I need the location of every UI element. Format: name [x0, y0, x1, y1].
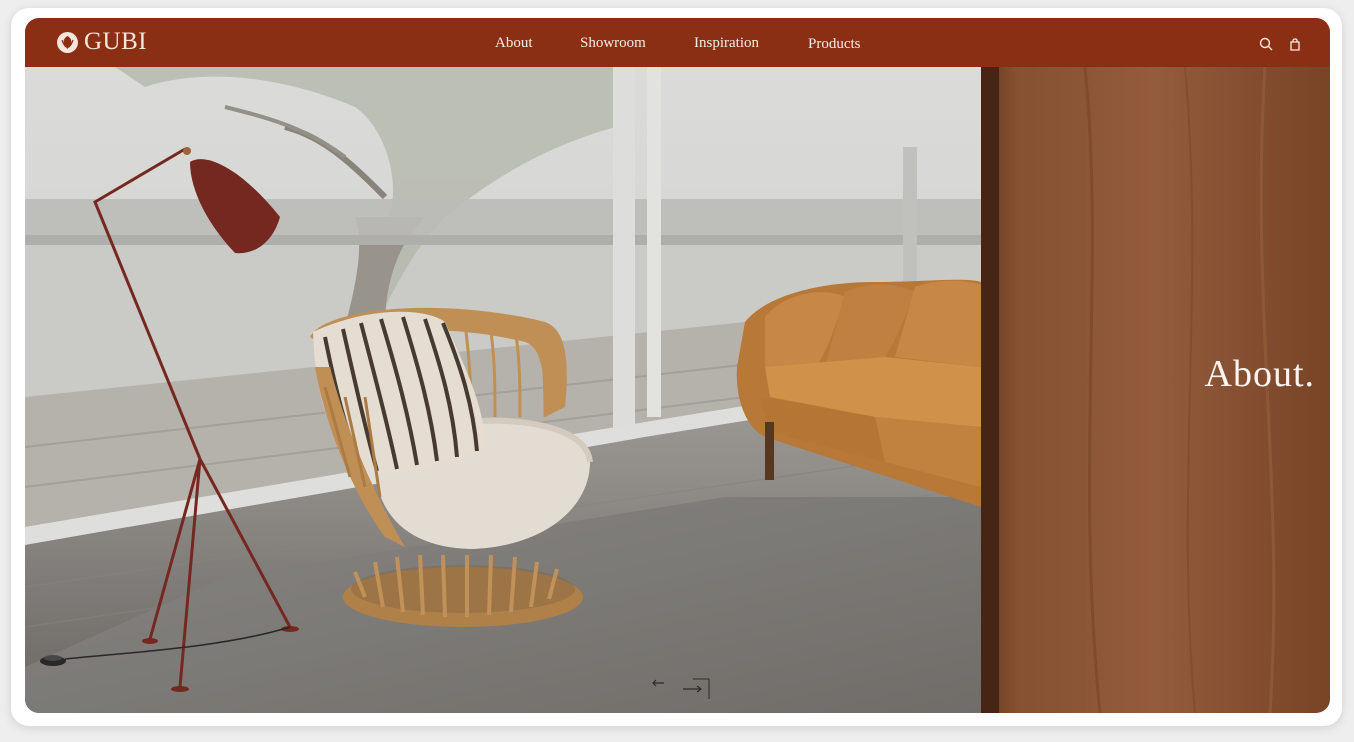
hero-section: About. [25, 67, 1330, 713]
arrow-left-icon[interactable] [651, 677, 665, 693]
hero-title: About. [1204, 353, 1315, 395]
nav-item-about[interactable]: About [495, 35, 533, 52]
main-nav: About Showroom Inspiration Products [25, 18, 1330, 67]
slider-arrows [647, 671, 717, 701]
nav-item-inspiration[interactable]: Inspiration [694, 35, 759, 52]
nav-item-products[interactable]: Products [808, 36, 861, 53]
hero-image [25, 67, 1330, 713]
bag-icon[interactable] [1288, 37, 1302, 51]
site-header: GUBI About Showroom Inspiration Products [25, 18, 1330, 67]
nav-item-showroom[interactable]: Showroom [580, 35, 646, 52]
arrow-right-icon[interactable] [681, 677, 711, 708]
app-window: About. GUBI About Showroom Inspiration P… [25, 18, 1330, 713]
search-icon[interactable] [1259, 37, 1273, 51]
